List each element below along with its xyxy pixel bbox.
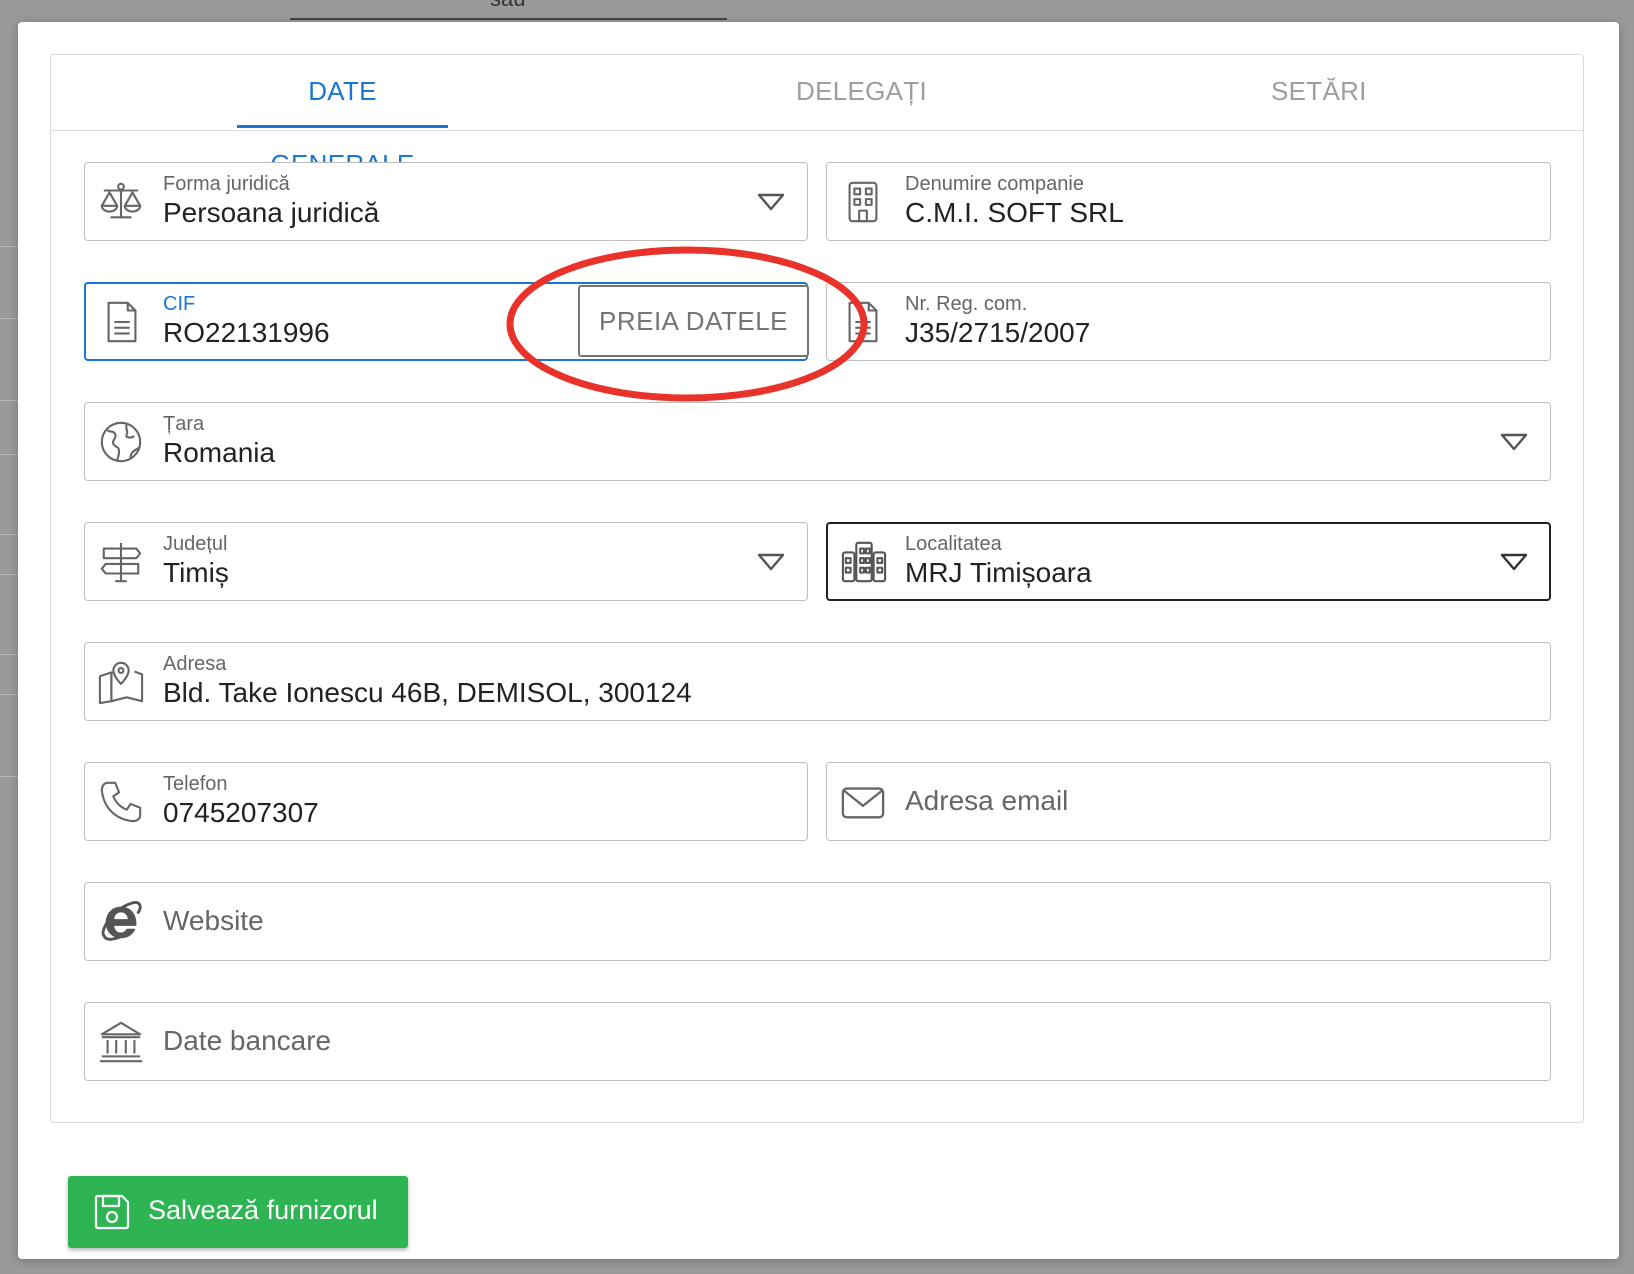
document-icon [839,298,887,346]
background-divider [0,776,20,777]
cif-label: CIF [163,293,196,315]
background-divider [0,318,20,319]
chevron-down-icon[interactable] [757,192,785,212]
address-field[interactable]: Adresa Bld. Take Ionescu 46B, DEMISOL, 3… [84,642,1551,721]
country-label: Țara [163,413,205,435]
cif-field[interactable]: CIF RO22131996 PREIA DATELE [84,282,809,361]
building-icon [839,178,887,226]
balance-scale-icon [97,178,145,226]
legal-form-select[interactable]: Forma juridică Persoana juridică [84,162,808,241]
globe-icon [97,418,145,466]
locality-select[interactable]: Localitatea MRJ Timișoara [826,522,1551,601]
internet-explorer-icon [97,898,145,946]
chevron-down-icon[interactable] [757,552,785,572]
county-label: Județul [163,533,228,555]
legal-form-label: Forma juridică [163,173,290,195]
locality-label: Localitatea [905,533,1002,555]
county-select[interactable]: Județul Timiș [84,522,808,601]
city-icon [840,538,888,586]
phone-value: 0745207307 [163,797,319,828]
address-value: Bld. Take Ionescu 46B, DEMISOL, 300124 [163,677,692,708]
supplier-form-card: DATE GENERALE DELEGAȚI SETĂRI Forma juri… [50,54,1584,1123]
background-divider [0,574,20,575]
tab-bar: DATE GENERALE DELEGAȚI SETĂRI [51,55,1583,179]
fetch-data-button[interactable]: PREIA DATELE [578,285,809,357]
supplier-dialog: DATE GENERALE DELEGAȚI SETĂRI Forma juri… [18,22,1619,1259]
legal-form-value: Persoana juridică [163,197,380,228]
background-divider [0,246,20,247]
save-supplier-label: Salvează furnizorul [148,1195,378,1225]
tab-date-generale[interactable]: DATE GENERALE [237,55,448,179]
cif-value: RO22131996 [163,317,330,348]
document-icon [98,298,146,346]
bank-details-placeholder: Date bancare [163,1025,332,1056]
county-value: Timiș [163,557,229,588]
company-name-field[interactable]: Denumire companie C.M.I. SOFT SRL [826,162,1551,241]
tab-delegati[interactable]: DELEGAȚI [796,55,927,130]
background-divider [0,694,20,695]
reg-com-field[interactable]: Nr. Reg. com. J35/2715/2007 [826,282,1551,361]
website-placeholder: Website [163,905,264,936]
address-label: Adresa [163,653,227,675]
website-field[interactable]: Website [84,882,1551,961]
background-label: sau [490,0,525,12]
phone-field[interactable]: Telefon 0745207307 [84,762,808,841]
map-pin-icon [97,658,145,706]
background-header: sau [290,0,727,20]
locality-value: MRJ Timișoara [905,557,1092,588]
background-divider [0,534,20,535]
save-supplier-button[interactable]: Salvează furnizorul [68,1176,408,1248]
tab-setari[interactable]: SETĂRI [1271,55,1366,130]
email-field[interactable]: Adresa email [826,762,1551,841]
background-divider [0,400,20,401]
country-value: Romania [163,437,276,468]
chevron-down-icon[interactable] [1500,552,1528,572]
bank-icon [97,1018,145,1066]
phone-icon [97,778,145,826]
floppy-disk-icon [94,1194,130,1230]
background-divider [0,454,20,455]
background-divider [0,654,20,655]
chevron-down-icon[interactable] [1500,432,1528,452]
phone-label: Telefon [163,773,228,795]
bank-details-field[interactable]: Date bancare [84,1002,1551,1081]
reg-com-label: Nr. Reg. com. [905,293,1028,315]
signpost-icon [97,538,145,586]
reg-com-value: J35/2715/2007 [905,317,1091,348]
company-name-label: Denumire companie [905,173,1084,195]
company-name-value: C.M.I. SOFT SRL [905,197,1124,228]
envelope-icon [839,778,887,826]
country-select[interactable]: Țara Romania [84,402,1551,481]
email-placeholder: Adresa email [905,785,1069,816]
